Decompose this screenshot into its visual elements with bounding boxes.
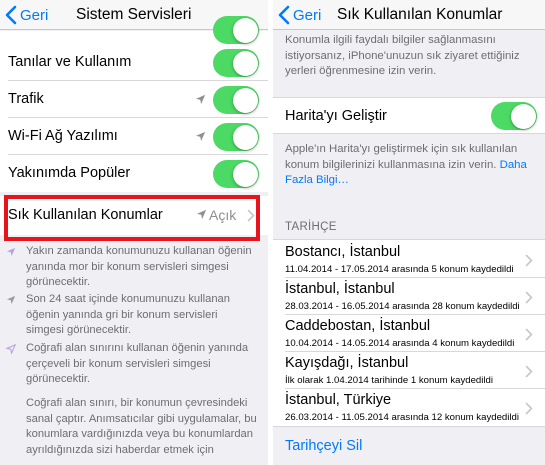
row-label: Harita'yı Geliştir <box>285 108 387 124</box>
chevron-right-icon <box>247 209 255 222</box>
improve-maps-description: Apple'ın Harita'yı geliştirmek için sık … <box>285 142 533 189</box>
chevron-right-icon <box>525 365 533 378</box>
history-item-title: İstanbul, İstanbul <box>285 281 395 297</box>
location-arrow-icon <box>6 295 16 305</box>
history-item[interactable]: İstanbul, İstanbul 28.03.2014 - 16.05.20… <box>273 278 545 315</box>
row-label: Tanılar ve Kullanım <box>8 54 132 70</box>
wifi-networking-toggle[interactable] <box>213 123 259 151</box>
toggle-switch-hidden[interactable] <box>213 16 259 44</box>
row-label: Wi-Fi Ağ Yazılımı <box>8 128 118 144</box>
popular-near-me-toggle[interactable] <box>213 160 259 188</box>
location-arrow-icon <box>196 209 207 220</box>
chevron-right-icon <box>525 328 533 341</box>
page-title: Sistem Servisleri <box>76 6 192 23</box>
chevron-right-icon <box>525 291 533 304</box>
history-item-title: Bostancı, İstanbul <box>285 244 401 260</box>
page-title: Sık Kullanılan Konumlar <box>337 6 503 23</box>
history-item-subtitle: 28.03.2014 - 16.05.2014 arasında 28 konu… <box>285 301 520 312</box>
history-item[interactable]: İstanbul, Türkiye 26.03.2014 - 11.05.201… <box>273 389 545 426</box>
system-services-screen: Geri Sistem Servisleri Tanılar ve Kullan… <box>0 0 268 465</box>
footer-text: Coğrafi alan sınırını kullanan öğenin ya… <box>26 342 249 386</box>
intro-text: Konumla ilgili faydalı bilgiler sağlanma… <box>285 34 520 78</box>
services-list: Tanılar ve Kullanım Trafik Wi-Fi Ağ Yazı… <box>0 16 268 192</box>
row-traffic: Trafik <box>0 81 268 118</box>
location-arrow-outline-icon <box>6 344 16 354</box>
back-button[interactable]: Geri <box>277 3 321 27</box>
chevron-left-icon <box>5 5 17 25</box>
row-diagnostics-usage: Tanılar ve Kullanım <box>0 44 268 81</box>
improve-maps-toggle[interactable] <box>491 102 537 130</box>
chevron-right-icon <box>525 402 533 415</box>
chevron-left-icon <box>278 5 290 25</box>
footer-text: Yakın zamanda konumunuzu kullanan öğenin… <box>26 245 252 289</box>
history-section-header: TARİHÇE <box>285 221 337 233</box>
frequent-locations-row[interactable]: Sık Kullanılan Konumlar Açık <box>0 196 268 235</box>
footer-text: Coğrafi alan sınırı, bir konumun çevresi… <box>26 397 257 456</box>
frequent-locations-screen: Geri Sık Kullanılan Konumlar Konumla ilg… <box>273 0 545 465</box>
back-label: Geri <box>293 6 322 24</box>
history-list: Bostancı, İstanbul 11.04.2014 - 17.05.20… <box>273 239 545 427</box>
location-arrow-icon <box>195 94 206 105</box>
history-item-subtitle: İlk olarak 1.04.2014 tarihinde 1 konum k… <box>285 375 493 386</box>
history-item-title: Kayışdağı, İstanbul <box>285 355 409 371</box>
chevron-right-icon <box>525 254 533 267</box>
footer-text: Son 24 saat içinde konumunuzu kullanan ö… <box>26 293 231 337</box>
history-item[interactable]: Caddebostan, İstanbul 10.04.2014 - 14.05… <box>273 315 545 352</box>
row-wifi-networking: Wi-Fi Ağ Yazılımı <box>0 118 268 155</box>
row-label: Yakınımda Popüler <box>8 165 131 181</box>
improve-maps-row: Harita'yı Geliştir <box>273 97 545 134</box>
history-item-subtitle: 10.04.2014 - 14.05.2014 arasında 4 konum… <box>285 338 515 349</box>
improve-desc-text: Apple'ın Harita'yı geliştirmek için sık … <box>285 143 518 171</box>
navigation-bar: Geri Sık Kullanılan Konumlar <box>273 0 545 30</box>
row-label: Trafik <box>8 91 44 107</box>
history-item-title: İstanbul, Türkiye <box>285 392 392 408</box>
history-item[interactable]: Kayışdağı, İstanbul İlk olarak 1.04.2014… <box>273 352 545 389</box>
location-arrow-icon <box>6 247 16 257</box>
frequent-locations-value: Açık <box>209 207 237 223</box>
traffic-toggle[interactable] <box>213 86 259 114</box>
history-item[interactable]: Bostancı, İstanbul 11.04.2014 - 17.05.20… <box>273 241 545 278</box>
row-label: Sık Kullanılan Konumlar <box>8 207 163 223</box>
history-item-subtitle: 11.04.2014 - 17.05.2014 arasında 5 konum… <box>285 264 514 275</box>
clear-history-button[interactable]: Tarihçeyi Sil <box>285 438 362 454</box>
history-item-subtitle: 26.03.2014 - 11.05.2014 arasında 12 konu… <box>285 412 519 423</box>
back-label: Geri <box>20 6 49 24</box>
back-button[interactable]: Geri <box>4 3 48 27</box>
diagnostics-toggle[interactable] <box>213 49 259 77</box>
row-popular-near-me: Yakınımda Popüler <box>0 155 268 192</box>
history-item-title: Caddebostan, İstanbul <box>285 318 431 334</box>
location-arrow-icon <box>195 131 206 142</box>
